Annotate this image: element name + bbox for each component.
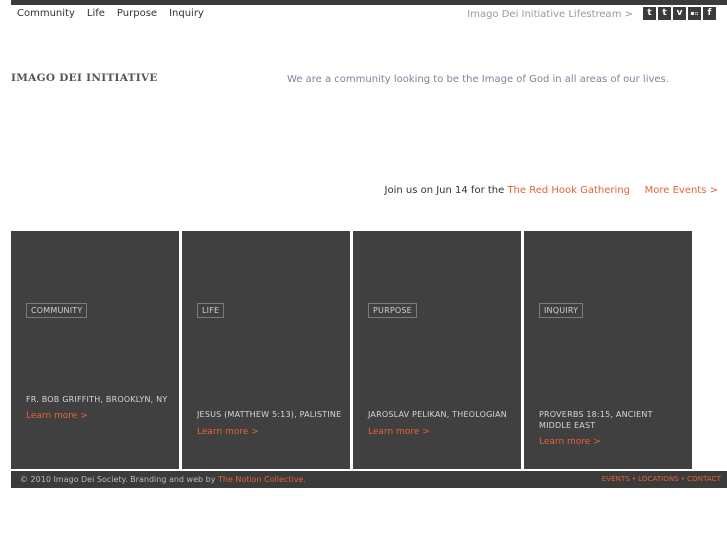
panel-inquiry: INQUIRY PROVERBS 18:15, ANCIENT MIDDLE E… — [524, 231, 692, 469]
footer-link-locations[interactable]: LOCATIONS — [638, 475, 679, 483]
panel-caption: FR. BOB GRIFFITH, BROOKLYN, NY — [26, 395, 168, 404]
event-prefix: Join us on Jun 14 for the — [384, 185, 508, 196]
tagline: We are a community looking to be the Ima… — [287, 74, 669, 85]
separator: • — [631, 475, 637, 483]
social-icons: t t v ▪▫ f — [643, 7, 716, 20]
footer: © 2010 Imago Dei Society. Branding and w… — [11, 471, 727, 488]
panel-tag[interactable]: LIFE — [197, 303, 225, 318]
panel-caption: PROVERBS 18:15, ANCIENT MIDDLE EAST — [539, 410, 653, 430]
learn-more-link[interactable]: Learn more > — [26, 411, 88, 421]
copyright: © 2010 Imago Dei Society. Branding and w… — [20, 475, 306, 484]
main-nav: Community Life Purpose Inquiry — [17, 8, 204, 19]
panel-tag[interactable]: COMMUNITY — [26, 303, 88, 318]
panel-tag[interactable]: PURPOSE — [368, 303, 417, 318]
copyright-text: © 2010 Imago Dei Society. Branding and w… — [20, 475, 218, 484]
tumblr-icon[interactable]: t — [643, 7, 656, 20]
footer-link-contact[interactable]: CONTACT — [687, 475, 721, 483]
nav-item-life[interactable]: Life — [87, 8, 105, 19]
panel-caption: JESUS (MATTHEW 5:13), PALISTINE — [197, 410, 342, 419]
panel-purpose: PURPOSE JAROSLAV PELIKAN, THEOLOGIAN Lea… — [353, 231, 521, 469]
event-link[interactable]: The Red Hook Gathering — [507, 185, 630, 196]
lifestream-link[interactable]: Imago Dei Initiative Lifestream > — [467, 9, 633, 20]
panel-community: COMMUNITY FR. BOB GRIFFITH, BROOKLYN, NY… — [11, 231, 179, 469]
footer-links: EVENTS • LOCATIONS • CONTACT — [602, 475, 721, 483]
learn-more-link[interactable]: Learn more > — [368, 427, 430, 437]
nav-item-purpose[interactable]: Purpose — [117, 8, 157, 19]
flickr-icon[interactable]: ▪▫ — [688, 7, 701, 20]
panel-life: LIFE JESUS (MATTHEW 5:13), PALISTINE Lea… — [182, 231, 350, 469]
learn-more-link[interactable]: Learn more > — [197, 427, 259, 437]
learn-more-link[interactable]: Learn more > — [539, 437, 601, 447]
footer-link-events[interactable]: EVENTS — [602, 475, 630, 483]
more-events-link[interactable]: More Events > — [645, 185, 718, 196]
nav-item-community[interactable]: Community — [17, 8, 75, 19]
credit-link[interactable]: The Notion Collective. — [218, 475, 306, 484]
separator: • — [680, 475, 686, 483]
top-bar — [11, 0, 727, 5]
vimeo-icon[interactable]: v — [673, 7, 686, 20]
nav-item-inquiry[interactable]: Inquiry — [169, 8, 204, 19]
panel-caption: JAROSLAV PELIKAN, THEOLOGIAN — [368, 410, 507, 419]
facebook-icon[interactable]: f — [703, 7, 716, 20]
panel-tag[interactable]: INQUIRY — [539, 303, 584, 318]
event-announcement: Join us on Jun 14 for the The Red Hook G… — [385, 185, 631, 196]
site-logo[interactable]: IMAGO DEI INITIATIVE — [11, 72, 158, 84]
twitter-icon[interactable]: t — [658, 7, 671, 20]
